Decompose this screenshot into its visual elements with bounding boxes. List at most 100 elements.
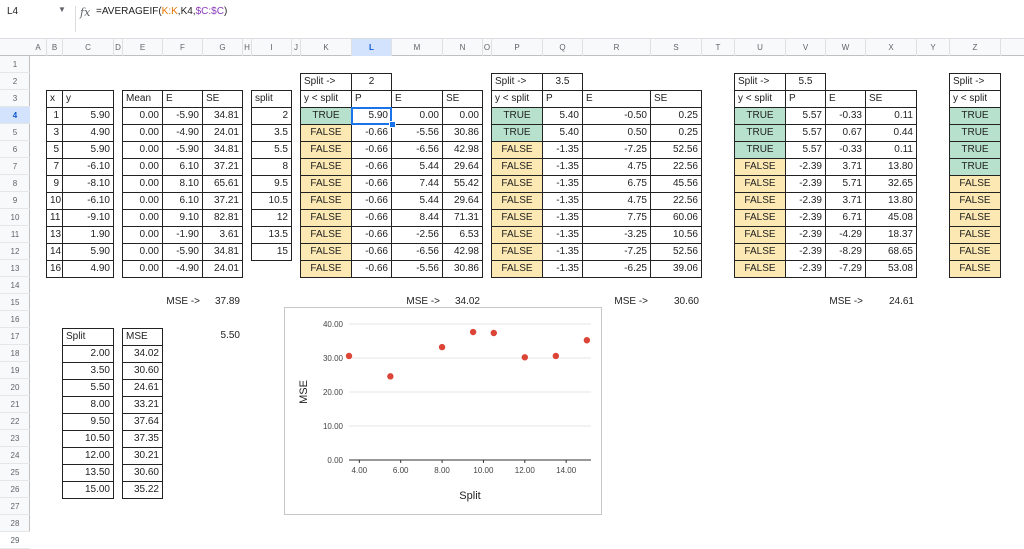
y-value[interactable]: -8.10 — [62, 175, 114, 193]
split-cell[interactable]: 5.71 — [825, 175, 866, 193]
y-value[interactable]: 1.90 — [62, 226, 114, 244]
split-cell[interactable]: -2.39 — [785, 209, 826, 227]
baseline-cell[interactable]: 34.81 — [202, 141, 243, 159]
split-cell[interactable]: 6.71 — [825, 209, 866, 227]
split-cell[interactable]: 5.40 — [542, 124, 583, 142]
split-cell[interactable]: -6.25 — [582, 260, 651, 278]
row-header-14[interactable]: 14 — [0, 277, 30, 294]
split-cell[interactable]: 7.75 — [582, 209, 651, 227]
split-cell[interactable]: 0.44 — [865, 124, 917, 142]
formula-input[interactable]: =AVERAGEIF(K:K,K4,$C:$C) — [96, 6, 227, 17]
split-cell[interactable]: -0.50 — [582, 107, 651, 125]
column-header-i[interactable]: I — [252, 39, 292, 56]
split-mse-value[interactable]: 24.61 — [866, 294, 917, 311]
split-cell[interactable]: 6.53 — [442, 226, 483, 244]
column-header-v[interactable]: V — [786, 39, 826, 56]
y-value[interactable]: 5.90 — [62, 107, 114, 125]
condition-cell[interactable]: FALSE — [491, 243, 543, 261]
row-header-4[interactable]: 4 — [0, 107, 30, 124]
column-header-c[interactable]: C — [63, 39, 114, 56]
split-cell[interactable]: -1.35 — [542, 226, 583, 244]
column-header-b[interactable]: B — [47, 39, 63, 56]
row-header-6[interactable]: 6 — [0, 141, 30, 158]
split-cell[interactable]: 10.56 — [650, 226, 702, 244]
condition-cell[interactable]: TRUE — [949, 107, 1001, 125]
condition-cell[interactable]: TRUE — [734, 141, 786, 159]
condition-cell[interactable]: TRUE — [491, 107, 543, 125]
row-header-15[interactable]: 15 — [0, 294, 30, 311]
split-cell[interactable]: -3.25 — [582, 226, 651, 244]
summary-mse[interactable]: 35.22 — [122, 481, 163, 499]
condition-cell[interactable]: FALSE — [491, 175, 543, 193]
x-value[interactable]: 14 — [46, 243, 63, 261]
row-header-11[interactable]: 11 — [0, 226, 30, 243]
split-cell[interactable]: -2.56 — [391, 226, 443, 244]
summary-header-split[interactable]: Split — [62, 328, 114, 346]
baseline-cell[interactable]: 0.00 — [122, 226, 163, 244]
split-cell[interactable]: 22.56 — [650, 192, 702, 210]
row-header-19[interactable]: 19 — [0, 362, 30, 379]
split-cell[interactable]: -2.39 — [785, 175, 826, 193]
split-cell[interactable]: 5.40 — [542, 107, 583, 125]
split-header[interactable]: SE — [650, 90, 702, 108]
column-header-x[interactable]: X — [866, 39, 917, 56]
split-cell[interactable]: 0.67 — [825, 124, 866, 142]
baseline-cell[interactable]: 3.61 — [202, 226, 243, 244]
best-split-value[interactable]: 5.50 — [203, 328, 243, 345]
split-list-value[interactable]: 5.5 — [251, 141, 292, 159]
summary-split[interactable]: 2.00 — [62, 345, 114, 363]
split-cell[interactable]: -0.33 — [825, 107, 866, 125]
row-header-3[interactable]: 3 — [0, 90, 30, 107]
split-header[interactable]: E — [825, 90, 866, 108]
split-cell[interactable]: -1.35 — [542, 260, 583, 278]
split-cell[interactable]: -4.29 — [825, 226, 866, 244]
split-list-value[interactable]: 2 — [251, 107, 292, 125]
split-cell[interactable]: 13.80 — [865, 158, 917, 176]
split-cell[interactable]: -5.56 — [391, 124, 443, 142]
split-cell[interactable]: 3.71 — [825, 158, 866, 176]
split-cell[interactable]: 53.08 — [865, 260, 917, 278]
row-header-21[interactable]: 21 — [0, 396, 30, 413]
split-cell[interactable]: -7.25 — [582, 141, 651, 159]
column-header-g[interactable]: G — [203, 39, 243, 56]
row-header-8[interactable]: 8 — [0, 175, 30, 192]
split-header[interactable]: SE — [865, 90, 917, 108]
split-cell[interactable]: -1.35 — [542, 175, 583, 193]
summary-mse[interactable]: 34.02 — [122, 345, 163, 363]
baseline-cell[interactable]: 0.00 — [122, 141, 163, 159]
condition-cell[interactable]: FALSE — [491, 192, 543, 210]
split-cell[interactable]: 0.25 — [650, 107, 702, 125]
column-header-m[interactable]: M — [392, 39, 443, 56]
split-cell[interactable]: 5.57 — [785, 124, 826, 142]
y-value[interactable]: 4.90 — [62, 124, 114, 142]
condition-cell[interactable]: FALSE — [734, 158, 786, 176]
summary-split[interactable]: 10.50 — [62, 430, 114, 448]
column-header-l[interactable]: L — [352, 39, 392, 56]
split-cell[interactable]: 0.11 — [865, 107, 917, 125]
condition-cell[interactable]: FALSE — [734, 260, 786, 278]
split-cell[interactable]: 4.75 — [582, 192, 651, 210]
baseline-cell[interactable]: 37.21 — [202, 158, 243, 176]
row-header-26[interactable]: 26 — [0, 481, 30, 498]
baseline-cell[interactable]: -5.90 — [162, 243, 203, 261]
baseline-cell[interactable]: 65.61 — [202, 175, 243, 193]
baseline-header[interactable]: Mean — [122, 90, 163, 108]
y-value[interactable]: 4.90 — [62, 260, 114, 278]
split-cell[interactable]: 13.80 — [865, 192, 917, 210]
row-header-5[interactable]: 5 — [0, 124, 30, 141]
baseline-cell[interactable]: 82.81 — [202, 209, 243, 227]
baseline-cell[interactable]: 24.01 — [202, 124, 243, 142]
split-cell[interactable]: 39.06 — [650, 260, 702, 278]
split-cell[interactable]: 42.98 — [442, 243, 483, 261]
split-cell[interactable]: 0.00 — [391, 107, 443, 125]
row-header-25[interactable]: 25 — [0, 464, 30, 481]
condition-cell[interactable]: TRUE — [491, 124, 543, 142]
split-cell[interactable]: 68.65 — [865, 243, 917, 261]
split-cell[interactable]: -7.29 — [825, 260, 866, 278]
column-header-y[interactable]: Y — [917, 39, 950, 56]
condition-cell[interactable]: FALSE — [949, 192, 1001, 210]
condition-cell[interactable]: FALSE — [491, 260, 543, 278]
split-cell[interactable]: -2.39 — [785, 192, 826, 210]
condition-cell[interactable]: FALSE — [734, 209, 786, 227]
split-cell[interactable]: 42.98 — [442, 141, 483, 159]
